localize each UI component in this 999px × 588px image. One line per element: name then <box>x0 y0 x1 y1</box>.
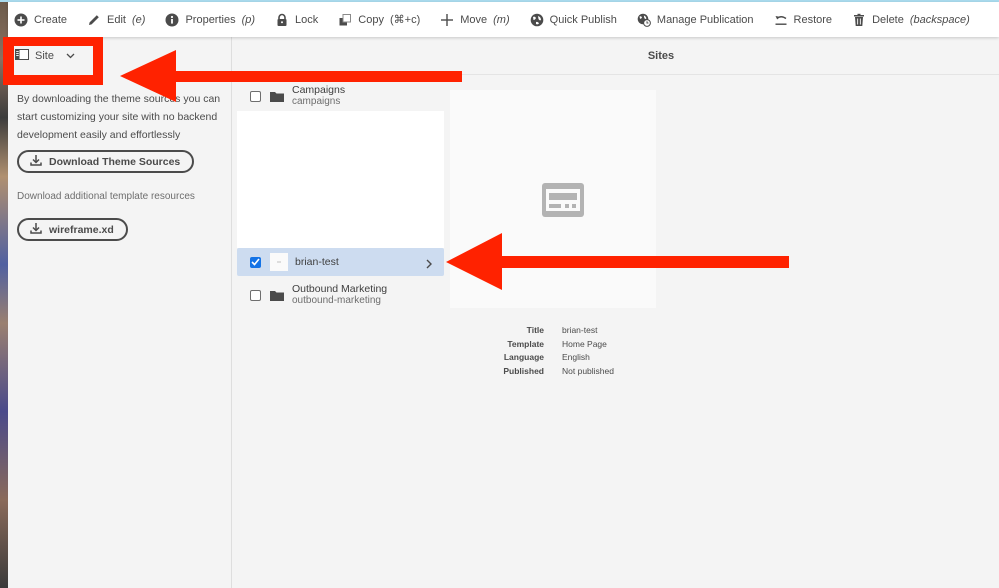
copy-shortcut: (⌘+c) <box>389 14 421 26</box>
delete-label: Delete <box>872 13 904 26</box>
meta-label: Published <box>503 366 544 377</box>
list-item-campaigns[interactable]: Campaigns campaigns <box>237 81 444 111</box>
lock-label: Lock <box>295 13 319 26</box>
copy-icon <box>338 13 352 27</box>
download-theme-label: Download Theme Sources <box>49 155 181 168</box>
meta-label: Template <box>507 338 544 349</box>
add-circle-icon <box>14 13 28 27</box>
select-checkbox[interactable] <box>250 90 261 102</box>
chevron-down-icon <box>66 50 75 62</box>
restore-label: Restore <box>793 13 833 26</box>
rail-view-toggle[interactable]: Site <box>15 49 75 63</box>
lock-button[interactable]: Lock <box>275 13 318 27</box>
action-bar: Create Edit (e) Properties (p) Lock Copy… <box>8 2 999 37</box>
content-title-bar: Sites <box>233 37 999 75</box>
meta-row-title: Title brian-test <box>480 324 614 338</box>
pencil-icon <box>87 13 101 27</box>
download-icon <box>30 222 42 237</box>
list-item-outbound-marketing[interactable]: Outbound Marketing outbound-marketing <box>237 280 444 310</box>
item-title: Outbound Marketing <box>292 283 388 295</box>
folder-icon <box>270 289 284 301</box>
wireframe-download-button[interactable]: wireframe.xd <box>17 218 128 241</box>
select-checkbox-checked[interactable] <box>250 256 261 268</box>
page-title: Sites <box>647 49 675 62</box>
meta-row-language: Language English <box>480 351 614 365</box>
column-view: Campaigns campaigns brian-test Outbound … <box>237 78 444 310</box>
edit-shortcut: (e) <box>132 13 146 26</box>
wireframe-label: wireframe.xd <box>49 223 114 236</box>
preview-card <box>450 90 656 308</box>
rail-panel-icon <box>15 49 29 63</box>
list-item-brian-test[interactable]: brian-test <box>237 248 444 276</box>
meta-label: Language <box>503 352 544 363</box>
download-theme-sources-button[interactable]: Download Theme Sources <box>17 150 195 173</box>
rail-toggle-label: Site <box>35 50 54 62</box>
meta-value: Home Page <box>562 338 607 349</box>
move-icon <box>440 13 454 27</box>
trash-icon <box>852 13 866 27</box>
meta-value: brian-test <box>562 325 598 335</box>
item-name: campaigns <box>292 96 341 107</box>
preview-metadata: Title brian-test Template Home Page Lang… <box>480 324 614 379</box>
delete-shortcut: (backspace) <box>909 13 970 26</box>
folder-icon <box>270 90 284 102</box>
item-name: outbound-marketing <box>292 295 381 306</box>
properties-label: Properties <box>185 13 236 26</box>
meta-row-published: Published Not published <box>480 365 614 379</box>
globe-icon <box>530 13 544 27</box>
download-icon <box>30 154 42 169</box>
desktop-background-strip <box>0 0 8 588</box>
select-checkbox[interactable] <box>250 289 261 301</box>
info-icon <box>165 13 179 27</box>
quick-publish-label: Quick Publish <box>549 13 617 26</box>
move-button[interactable]: Move (m) <box>440 13 510 27</box>
quick-publish-button[interactable]: Quick Publish <box>530 13 617 27</box>
globe-clock-icon <box>637 13 651 27</box>
move-label: Move <box>460 13 488 26</box>
create-button[interactable]: Create <box>14 13 67 27</box>
lock-icon <box>275 13 289 27</box>
properties-shortcut: (p) <box>241 13 256 26</box>
page-template-icon <box>542 183 584 217</box>
template-resources-note: Download additional template resources <box>17 191 195 202</box>
copy-button[interactable]: Copy (⌘+c) <box>338 13 420 27</box>
restore-button[interactable]: Restore <box>774 13 833 27</box>
theme-description: By downloading the theme sources you can… <box>17 93 221 141</box>
manage-publication-label: Manage Publication <box>656 13 754 26</box>
column-empty-area <box>237 111 444 248</box>
meta-value: Not published <box>562 366 614 377</box>
edit-button[interactable]: Edit (e) <box>87 13 145 27</box>
move-shortcut: (m) <box>493 13 510 26</box>
chevron-right-icon[interactable] <box>424 257 434 269</box>
item-title: brian-test <box>295 256 339 268</box>
properties-button[interactable]: Properties (p) <box>165 13 255 27</box>
delete-button[interactable]: Delete (backspace) <box>852 13 970 27</box>
meta-value: English <box>562 352 590 363</box>
page-thumbnail <box>270 253 288 271</box>
create-label: Create <box>34 13 68 26</box>
restore-icon <box>774 13 788 27</box>
copy-label: Copy <box>358 13 384 26</box>
checkmark-icon <box>251 258 260 266</box>
meta-label: Title <box>526 325 544 335</box>
item-title: Campaigns <box>292 84 346 96</box>
edit-label: Edit <box>107 13 126 26</box>
meta-row-template: Template Home Page <box>480 338 614 352</box>
manage-publication-button[interactable]: Manage Publication <box>637 13 754 27</box>
left-rail: Site By downloading the theme sources yo… <box>8 37 232 588</box>
